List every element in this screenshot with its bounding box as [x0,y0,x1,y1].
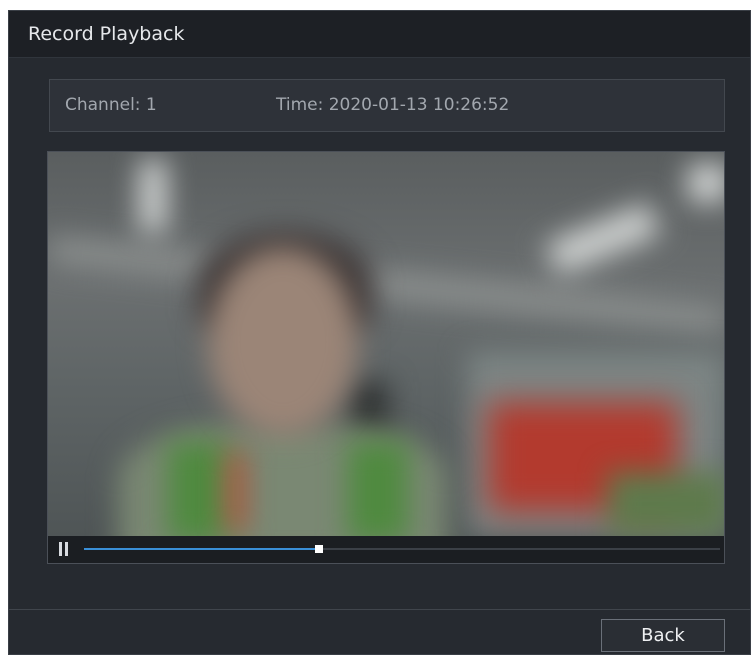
pause-icon[interactable] [58,542,72,557]
dialog-titlebar: Record Playback [9,11,750,58]
progress-fill [84,548,320,550]
ceiling-light [140,160,166,232]
back-button[interactable]: Back [601,619,725,652]
progress-track[interactable] [84,545,720,553]
time-label: Time: 2020-01-13 10:26:52 [276,95,510,115]
dialog-title: Record Playback [28,23,185,45]
record-playback-dialog: Record Playback Channel: 1 Time: 2020-01… [8,10,751,655]
ceiling-light [545,202,661,276]
person-vest [348,442,408,536]
video-player [47,151,725,564]
channel-label: Channel: 1 [65,95,157,115]
person-lanyard [228,452,244,532]
footer-divider [9,609,750,610]
person-face [208,247,358,437]
person-vest [168,442,228,536]
progress-thumb[interactable] [315,545,324,553]
playback-info-panel: Channel: 1 Time: 2020-01-13 10:26:52 [49,79,725,132]
ceiling-beam [48,236,724,334]
ceiling-light [688,164,724,202]
playback-controls [48,536,724,563]
video-frame[interactable] [48,152,724,536]
background-plants [608,472,724,536]
